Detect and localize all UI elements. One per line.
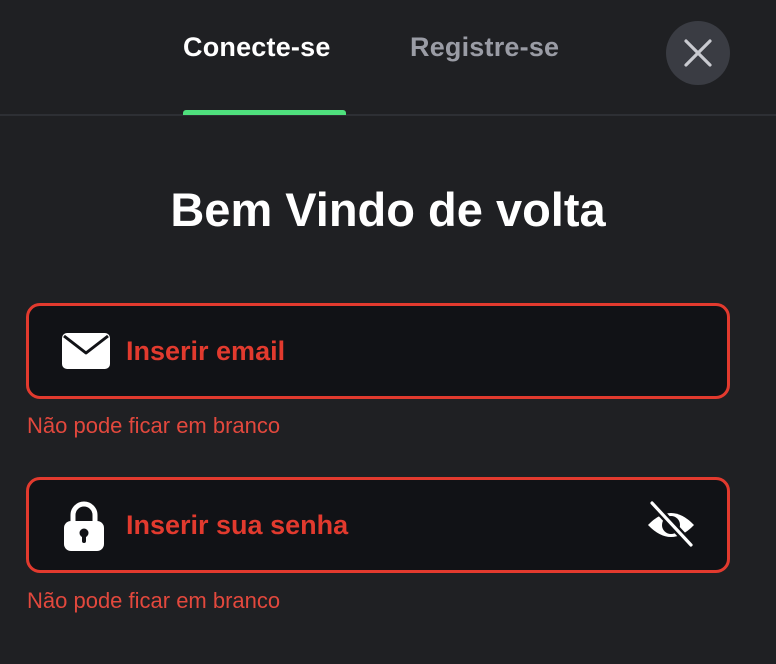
lock-icon	[64, 501, 104, 551]
password-error-message: Não pode ficar em branco	[27, 588, 281, 613]
email-error-message: Não pode ficar em branco	[27, 413, 281, 438]
email-input[interactable]	[126, 306, 606, 396]
tab-register[interactable]: Registre-se	[410, 32, 559, 63]
auth-tabs: Conecte-se Registre-se	[0, 0, 776, 116]
envelope-icon	[62, 333, 110, 369]
active-tab-indicator	[183, 110, 346, 115]
close-icon	[684, 39, 712, 67]
password-field	[26, 477, 730, 573]
page-title: Bem Vindo de volta	[170, 183, 606, 236]
email-field	[26, 303, 730, 399]
password-input[interactable]	[126, 480, 606, 570]
eye-slash-icon[interactable]	[645, 499, 697, 549]
login-modal: Conecte-se Registre-se Bem Vindo de volt…	[0, 0, 776, 664]
close-button[interactable]	[666, 21, 730, 85]
tab-login[interactable]: Conecte-se	[183, 32, 331, 63]
